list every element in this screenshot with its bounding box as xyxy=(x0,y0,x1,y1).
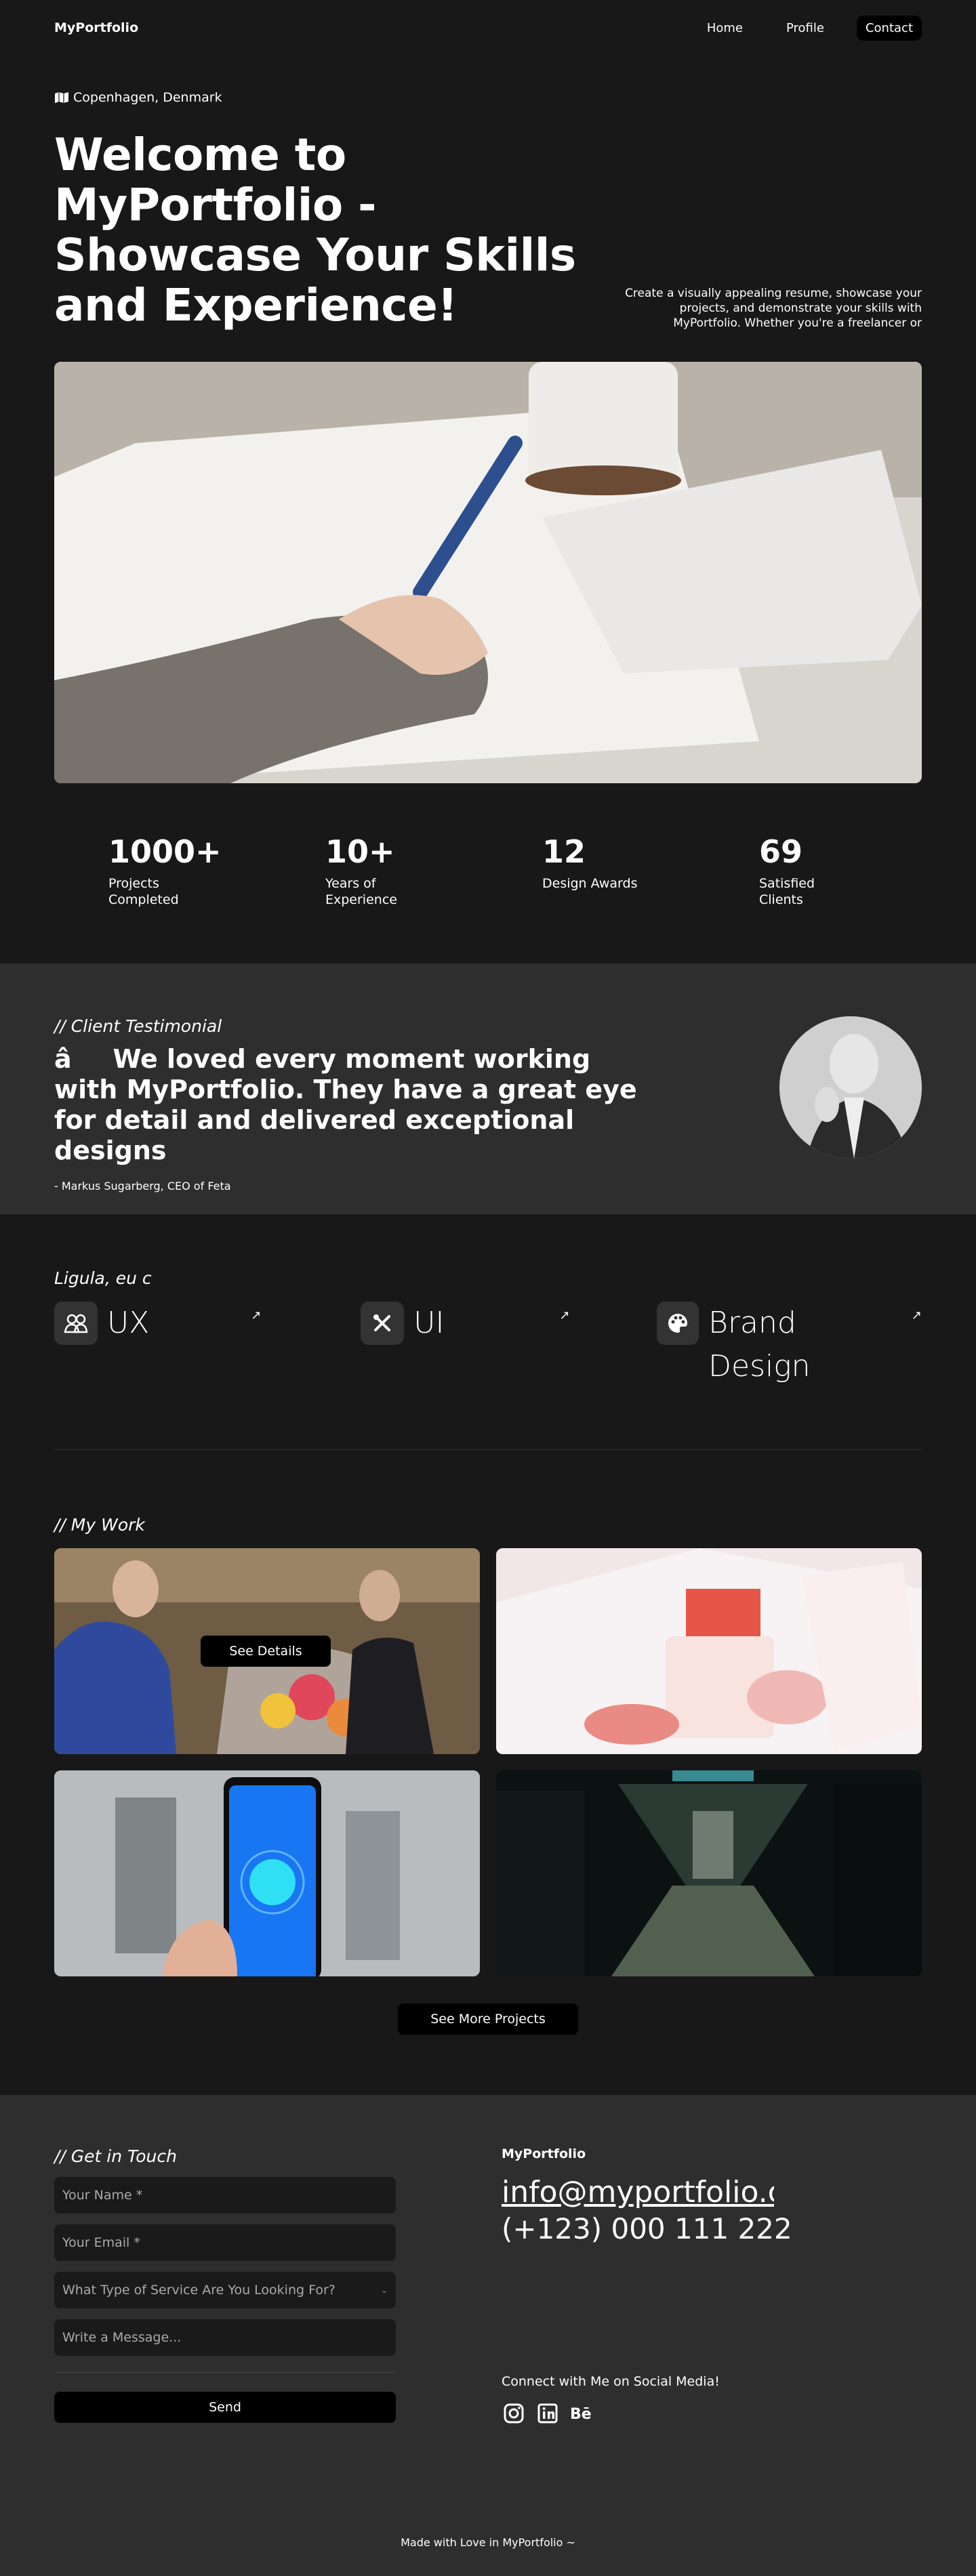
section-divider xyxy=(54,1449,922,1450)
service-name: Brand Design xyxy=(708,1306,811,1384)
services-tag: Ligula, eu c xyxy=(54,1268,152,1288)
location: Copenhagen, Denmark xyxy=(54,88,922,107)
social-label: Connect with Me on Social Media! xyxy=(502,2374,720,2389)
contact-phone: (+123) 000 111 222 xyxy=(502,2212,792,2245)
work-card-4[interactable] xyxy=(496,1770,922,1976)
hero-description: Create a visually appealing resume, show… xyxy=(625,287,922,330)
stat-value: 69 xyxy=(759,833,803,870)
linkedin-icon[interactable] xyxy=(535,2401,560,2426)
stat-value: 10+ xyxy=(325,833,395,870)
users-icon xyxy=(54,1302,98,1345)
hero-image xyxy=(54,362,922,783)
work-image-3 xyxy=(54,1770,480,1976)
arrow-up-right-icon: ↗ xyxy=(559,1308,570,1323)
see-details-button[interactable]: See Details xyxy=(201,1636,331,1667)
logo[interactable]: MyPortfolio xyxy=(54,20,138,35)
stat-label: Years of Experience xyxy=(325,876,397,907)
contact-info: MyPortfolio info@myportfolio.com (+123) … xyxy=(502,2146,840,2508)
stat-experience: 10+ Years of Experience xyxy=(325,833,542,913)
nav-link-home[interactable]: Home xyxy=(707,21,743,35)
contact-email-link[interactable]: info@myportfolio.com xyxy=(502,2175,774,2209)
contact-section: // Get in Touch What Type of Service Are… xyxy=(0,2095,976,2508)
palette-icon xyxy=(656,1302,699,1345)
nav-link-profile[interactable]: Profile xyxy=(786,21,824,35)
name-field[interactable] xyxy=(62,2188,388,2203)
location-text: Copenhagen, Denmark xyxy=(73,90,222,105)
stats-section: 1000+ Projects Completed 10+ Years of Ex… xyxy=(0,783,976,963)
name-field-wrapper xyxy=(54,2177,396,2214)
avatar xyxy=(779,1016,922,1159)
hero-illustration xyxy=(54,362,922,783)
hero-section: Copenhagen, Denmark Welcome to MyPortfol… xyxy=(0,56,976,783)
service-name: UX xyxy=(107,1306,150,1340)
testimonial-section: // Client Testimonial âWe loved every … xyxy=(0,963,976,1214)
testimonial-tag: // Client Testimonial xyxy=(54,1016,222,1036)
navbar: MyPortfolio Home Profile Contact xyxy=(0,0,976,56)
contact-form: // Get in Touch What Type of Service Are… xyxy=(54,2146,396,2508)
send-button[interactable]: Send xyxy=(54,2392,396,2423)
svg-text:Bē: Bē xyxy=(570,2406,592,2422)
form-divider xyxy=(54,2372,396,2373)
footer: Made with Love in MyPortfolio ~ xyxy=(0,2508,976,2576)
work-image-2 xyxy=(496,1548,922,1754)
services-section: Ligula, eu c UX ↗ UI ↗ Brand Design ↗ xyxy=(0,1214,976,1465)
work-card-2[interactable] xyxy=(496,1548,922,1754)
contact-tag: // Get in Touch xyxy=(54,2146,177,2166)
work-card-1[interactable]: See Details xyxy=(54,1548,480,1754)
contact-info-name: MyPortfolio xyxy=(502,2146,586,2161)
avatar-illustration xyxy=(779,1016,922,1159)
email-field[interactable] xyxy=(62,2235,388,2250)
service-brand-design[interactable]: Brand Design ↗ xyxy=(656,1302,922,1388)
behance-icon[interactable]: Bē xyxy=(569,2401,594,2426)
footer-text: Made with Love in MyPortfolio ~ xyxy=(401,2535,575,2549)
nav-links: Home Profile Contact xyxy=(664,15,922,41)
contact-button[interactable]: Contact xyxy=(856,15,922,41)
stat-awards: 12 Design Awards xyxy=(542,833,759,913)
arrow-up-right-icon: ↗ xyxy=(911,1308,922,1323)
chevron-down-icon: ⌄ xyxy=(380,2285,388,2295)
service-select[interactable]: What Type of Service Are You Looking For… xyxy=(54,2272,396,2308)
work-section: // My Work See Details See More Projects xyxy=(0,1465,976,2095)
arrow-up-right-icon: ↗ xyxy=(251,1308,262,1323)
see-more-projects-button[interactable]: See More Projects xyxy=(398,2003,578,2035)
hero-title: Welcome to MyPortfolio - Showcase Your S… xyxy=(54,129,576,331)
work-image-4 xyxy=(496,1770,922,1976)
service-name: UI xyxy=(413,1306,445,1340)
map-icon xyxy=(55,92,68,103)
stat-clients: 69 Satisfied Clients xyxy=(759,833,976,913)
testimonial-quote: âWe loved every moment working with My… xyxy=(54,1044,637,1165)
message-field[interactable] xyxy=(62,2330,388,2345)
stat-label: Satisfied Clients xyxy=(759,876,815,907)
tools-icon xyxy=(361,1302,405,1345)
work-tag: // My Work xyxy=(54,1515,145,1535)
testimonial-author: - Markus Sugarberg, CEO of Feta xyxy=(54,1180,231,1192)
service-ui[interactable]: UI ↗ xyxy=(361,1302,657,1345)
service-select-value: What Type of Service Are You Looking For… xyxy=(62,2283,336,2298)
email-field-wrapper xyxy=(54,2224,396,2261)
stat-value: 1000+ xyxy=(108,833,222,870)
instagram-icon[interactable] xyxy=(502,2401,526,2426)
work-card-3[interactable] xyxy=(54,1770,480,1976)
stat-value: 12 xyxy=(542,833,586,870)
stat-label: Design Awards xyxy=(542,876,638,891)
message-field-wrapper xyxy=(54,2319,396,2356)
service-ux[interactable]: UX ↗ xyxy=(54,1302,361,1345)
social-links: Bē xyxy=(502,2401,840,2426)
stat-label: Projects Completed xyxy=(108,876,179,907)
stat-projects: 1000+ Projects Completed xyxy=(108,833,325,913)
